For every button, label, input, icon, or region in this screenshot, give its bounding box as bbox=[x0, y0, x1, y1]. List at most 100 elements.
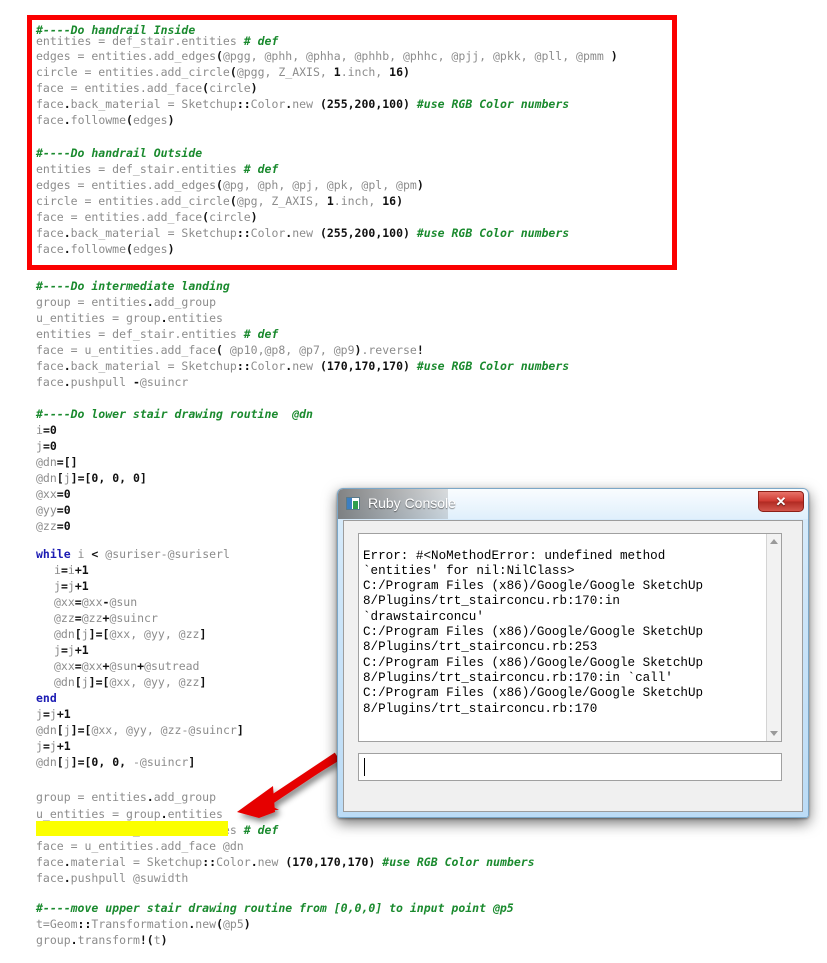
code-token: Color bbox=[250, 359, 286, 373]
code-token: @sun bbox=[109, 595, 138, 609]
code-line: edges = entities.add_edges(@pg, @ph, @pj… bbox=[36, 177, 424, 193]
code-line: entities = def_stair.entities # def bbox=[36, 161, 278, 177]
code-token: 0 bbox=[49, 423, 57, 437]
code-token: ( bbox=[229, 65, 237, 79]
code-token: ) bbox=[396, 194, 404, 208]
code-token: .inch, bbox=[340, 65, 390, 79]
code-line: @dn[j]=[@xx, @yy, @zz] bbox=[54, 626, 206, 642]
code-line: i=i+1 bbox=[54, 562, 89, 578]
code-token: material = Sketchup bbox=[70, 855, 203, 869]
code-token: @dn bbox=[36, 471, 57, 485]
code-token: . bbox=[63, 113, 71, 127]
code-token: = bbox=[74, 595, 82, 609]
code-token: Transformation bbox=[91, 917, 189, 931]
code-token: @xx, @yy, @zz-@suincr bbox=[91, 723, 237, 737]
code-token: entities bbox=[167, 311, 223, 325]
code-token: [ bbox=[56, 471, 64, 485]
code-line: face.material = Sketchup::Color.new (170… bbox=[36, 854, 535, 870]
code-token: #use RGB Color numbers bbox=[375, 855, 535, 869]
code-line: face = u_entities.add_face( @p10,@p8, @p… bbox=[36, 342, 424, 358]
scroll-up-icon[interactable] bbox=[770, 539, 778, 544]
ruby-console-titlebar[interactable]: Ruby Console ✕ bbox=[338, 489, 808, 519]
code-token: ( bbox=[126, 113, 133, 127]
close-icon[interactable]: ✕ bbox=[758, 491, 804, 512]
code-token: j bbox=[49, 739, 57, 753]
code-token: [ bbox=[74, 627, 82, 641]
code-token: 0 bbox=[63, 487, 71, 501]
code-token: Color bbox=[250, 97, 286, 111]
code-token: = bbox=[74, 659, 82, 673]
code-token: u_entities = group bbox=[36, 311, 161, 325]
code-line: circle = entities.add_circle(@pg, Z_AXIS… bbox=[36, 193, 403, 209]
scroll-down-icon[interactable] bbox=[770, 731, 778, 736]
code-token: j bbox=[67, 643, 75, 657]
console-scrollbar[interactable] bbox=[766, 534, 781, 741]
code-token: ) bbox=[250, 81, 258, 95]
code-token: j bbox=[63, 755, 71, 769]
code-token: :: bbox=[202, 855, 217, 869]
code-line: t=Geom::Transformation.new(@p5) bbox=[36, 916, 251, 932]
code-token: ) bbox=[243, 917, 251, 931]
console-output-panel[interactable]: Error: #<NoMethodError: undefined method… bbox=[358, 533, 782, 742]
code-token: edges bbox=[132, 113, 168, 127]
code-token: . bbox=[70, 933, 78, 947]
code-token: group = entities bbox=[36, 295, 147, 309]
code-token: new bbox=[195, 917, 217, 931]
code-token: @dn bbox=[36, 755, 57, 769]
code-token: new bbox=[257, 855, 286, 869]
code-line: face.back_material = Sketchup::Color.new… bbox=[36, 358, 569, 374]
code-token: = bbox=[56, 519, 64, 533]
code-line: #----Do handrail Outside bbox=[36, 145, 202, 161]
code-token: - bbox=[132, 375, 140, 389]
code-token: ! bbox=[416, 343, 424, 357]
code-token: circle = entities.add_circle bbox=[36, 65, 230, 79]
code-token: = bbox=[60, 643, 68, 657]
code-line: group = entities.add_group bbox=[36, 789, 216, 805]
code-token: j bbox=[81, 627, 89, 641]
code-token: face bbox=[36, 242, 64, 256]
code-line: face.followme(edges) bbox=[36, 112, 175, 128]
code-line: @xx=@xx-@sun bbox=[54, 594, 137, 610]
code-token: .reverse bbox=[361, 343, 417, 357]
code-line: j=j+1 bbox=[36, 738, 71, 754]
code-token: ]=[ bbox=[88, 675, 110, 689]
code-token: [ bbox=[56, 723, 64, 737]
code-token: ) bbox=[610, 49, 618, 63]
console-input-field[interactable] bbox=[358, 753, 782, 781]
code-token: i bbox=[54, 563, 61, 577]
code-line: @xx=0 bbox=[36, 486, 71, 502]
code-line: face.pushpull @suwidth bbox=[36, 870, 188, 886]
code-token: ] bbox=[188, 755, 196, 769]
code-token: [ bbox=[56, 755, 64, 769]
code-token: ( bbox=[216, 49, 223, 63]
code-token: =[] bbox=[56, 455, 78, 469]
code-line: i=0 bbox=[36, 422, 57, 438]
ruby-console-app-icon bbox=[346, 497, 360, 510]
code-token: entities = def_stair.entities bbox=[36, 162, 244, 176]
code-token: :: bbox=[236, 97, 251, 111]
code-line: group.transform!(t) bbox=[36, 932, 168, 948]
code-token: @p10,@p8, @p7, @p9 bbox=[222, 343, 355, 357]
code-token: ) bbox=[250, 210, 258, 224]
code-token: . bbox=[63, 375, 71, 389]
code-token: @sutread bbox=[144, 659, 200, 673]
code-token: @zz bbox=[81, 611, 103, 625]
ruby-console-window[interactable]: Ruby Console ✕ Error: #<NoMethodError: u… bbox=[337, 488, 809, 818]
code-token: @xx bbox=[81, 595, 103, 609]
code-token: :: bbox=[77, 917, 92, 931]
code-token: @p5 bbox=[223, 917, 244, 931]
code-line: @dn[j]=[0, 0, 0] bbox=[36, 470, 147, 486]
code-token: @suincr bbox=[139, 375, 189, 389]
code-token: @zz bbox=[54, 611, 75, 625]
code-token: @suriser-@suriserl bbox=[98, 547, 230, 561]
code-line: face.followme(edges) bbox=[36, 241, 175, 257]
code-token: ( bbox=[229, 194, 237, 208]
code-token: face = entities.add_face bbox=[36, 81, 203, 95]
code-token: j bbox=[54, 579, 61, 593]
code-editor-pane: #----Do handrail Inside entities = def_st… bbox=[0, 0, 827, 963]
code-token: @zz bbox=[36, 519, 57, 533]
code-token: edges = entities.add_edges bbox=[36, 178, 217, 192]
code-token: +1 bbox=[74, 643, 89, 657]
code-token: ) bbox=[403, 65, 410, 79]
code-token: . bbox=[160, 311, 168, 325]
